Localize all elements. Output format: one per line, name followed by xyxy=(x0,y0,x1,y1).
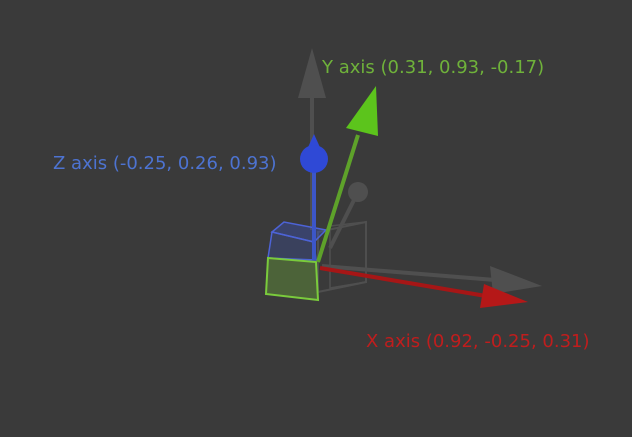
z-axis-label: Z axis (-0.25, 0.26, 0.93) xyxy=(53,153,277,174)
reference-z-knob xyxy=(348,182,368,202)
y-axis-label: Y axis (0.31, 0.93, -0.17) xyxy=(322,57,545,78)
y-axis-arrowhead xyxy=(346,86,378,136)
y-axis-arrow xyxy=(316,86,378,263)
3d-viewport[interactable]: Y axis (0.31, 0.93, -0.17) Z axis (-0.25… xyxy=(0,0,632,437)
cube-front-face xyxy=(264,256,320,302)
x-axis-label: X axis (0.92, -0.25, 0.31) xyxy=(366,331,590,352)
reference-z-shaft xyxy=(328,195,358,249)
reference-frame xyxy=(298,48,542,294)
reference-cube-back xyxy=(329,221,367,289)
z-axis-knob xyxy=(300,145,328,173)
